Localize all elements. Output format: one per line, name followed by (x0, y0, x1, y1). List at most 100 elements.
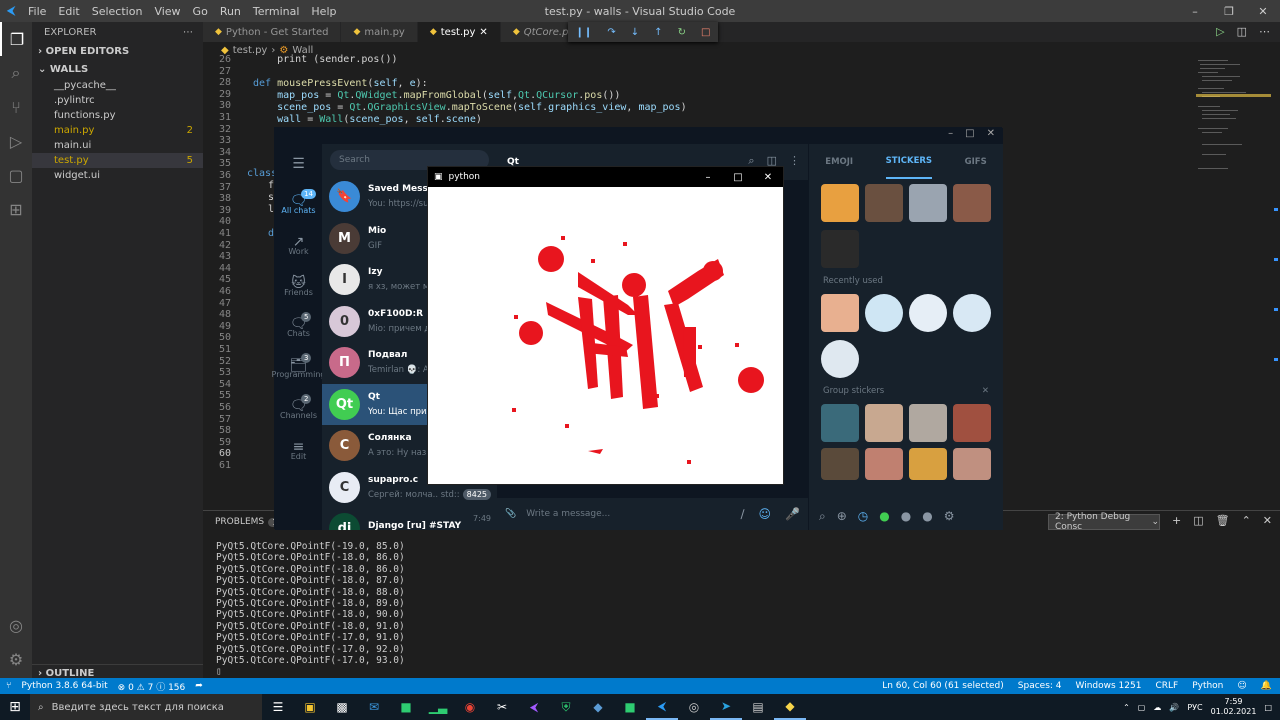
sticker[interactable] (821, 294, 859, 332)
terminal-select[interactable]: 2: Python Debug Consc ⌄ (1048, 512, 1160, 532)
sticker[interactable] (909, 448, 947, 480)
sticker[interactable] (953, 404, 991, 442)
more-icon[interactable]: ⋮ (789, 154, 800, 168)
stats-app-icon[interactable]: ▁▃ (422, 694, 454, 720)
folder-chats[interactable]: 🗨 5 Chats (275, 308, 322, 349)
stop-icon[interactable]: □ (701, 27, 710, 38)
telegram-icon[interactable]: ➤ (710, 694, 742, 720)
vscode-icon[interactable]: ⮜ (646, 694, 678, 720)
sticker[interactable] (865, 448, 903, 480)
debug-share-icon[interactable]: ➦ (195, 681, 203, 691)
search-icon[interactable]: ⌕ (0, 56, 32, 90)
vpn-icon[interactable]: ◆ (582, 694, 614, 720)
menu-selection[interactable]: Selection (86, 5, 149, 18)
menu-edit[interactable]: Edit (52, 5, 85, 18)
sticker[interactable] (865, 404, 903, 442)
store-icon[interactable]: ▩ (326, 694, 358, 720)
file-item[interactable]: __pycache__ (32, 78, 203, 93)
file-item[interactable]: main.py 2 (32, 123, 203, 138)
sticker[interactable] (865, 184, 903, 222)
gear-icon[interactable]: ⚙ (0, 642, 32, 676)
source-control-icon[interactable]: ⑂ (0, 90, 32, 124)
minimize-icon[interactable]: – (1178, 0, 1212, 22)
python-interpreter[interactable]: Python 3.8.6 64-bit (21, 681, 107, 691)
sticker[interactable] (821, 184, 859, 222)
volume-icon[interactable]: 🔊 (1169, 703, 1179, 712)
app-icon[interactable]: ◎ (678, 694, 710, 720)
menu-view[interactable]: View (148, 5, 186, 18)
task-view-icon[interactable]: ☰ (262, 694, 294, 720)
tab-test-py[interactable]: ◆ test.py ✕ (417, 22, 501, 42)
tab-main-py[interactable]: ◆ main.py (341, 22, 418, 42)
folder-edit[interactable]: ≡ Edit (275, 431, 322, 472)
emoji-icon[interactable]: ☺ (759, 507, 772, 521)
explorer-icon[interactable]: ❐ (0, 22, 32, 56)
sticker-set-icon[interactable]: ● (922, 509, 932, 523)
add-terminal-icon[interactable]: + (1172, 514, 1181, 527)
close-panel-icon[interactable]: ✕ (1263, 514, 1272, 527)
close-icon[interactable]: ✕ (987, 128, 995, 144)
sticker[interactable] (865, 294, 903, 332)
folder-work[interactable]: ↗ Work (275, 226, 322, 267)
language-mode[interactable]: Python (1192, 681, 1223, 691)
network-icon[interactable]: ▢ (1138, 703, 1146, 712)
close-icon[interactable]: ✕ (1246, 0, 1280, 22)
more-actions-icon[interactable]: ⋯ (1259, 25, 1270, 38)
commands-icon[interactable]: ∕ (740, 507, 744, 521)
run-icon[interactable]: ▷ (1216, 25, 1224, 38)
step-into-icon[interactable]: ↓ (631, 27, 639, 38)
app-icon[interactable]: ■ (390, 694, 422, 720)
chat-app-icon[interactable]: ■ (614, 694, 646, 720)
cursor-position[interactable]: Ln 60, Col 60 (61 selected) (882, 681, 1004, 691)
tab-gifs[interactable]: GIFS (965, 157, 987, 167)
feedback-icon[interactable]: ☺ (1237, 681, 1246, 691)
visual-studio-icon[interactable]: ⮜ (518, 694, 550, 720)
notifications-icon[interactable]: □ (1264, 703, 1272, 712)
clock-icon[interactable]: ◷ (858, 509, 868, 523)
tab-stickers[interactable]: STICKERS (885, 145, 933, 179)
qt-sticker-set-icon[interactable]: ● (879, 509, 889, 523)
menu-file[interactable]: File (22, 5, 52, 18)
microphone-icon[interactable]: 🎤 (785, 507, 800, 521)
sticker[interactable] (821, 404, 859, 442)
step-over-icon[interactable]: ↷ (607, 27, 615, 38)
tab-emoji[interactable]: EMOJI (825, 157, 853, 167)
python-icon[interactable]: ◆ (774, 694, 806, 720)
clock[interactable]: 7:59 01.02.2021 (1211, 697, 1257, 717)
message-input[interactable]: Write a message... (526, 509, 610, 519)
menu-button[interactable]: ☰ (275, 144, 322, 185)
account-icon[interactable]: ◎ (0, 608, 32, 642)
terminal-output[interactable]: PyQt5.QtCore.QPointF(-19.0, 85.0) PyQt5.Q… (216, 541, 405, 678)
chrome-icon[interactable]: ◉ (454, 694, 486, 720)
maximize-icon[interactable]: □ (723, 167, 753, 187)
file-item[interactable]: functions.py (32, 108, 203, 123)
close-icon[interactable]: ✕ (982, 386, 989, 396)
bell-icon[interactable]: 🔔 (1261, 681, 1272, 691)
folder-friends[interactable]: 🐱 Friends (275, 267, 322, 308)
restart-icon[interactable]: ↻ (678, 27, 686, 38)
add-icon[interactable]: ⊕ (837, 509, 847, 523)
folder-channels[interactable]: 🗨 2 Channels (275, 390, 322, 431)
attach-icon[interactable]: 📎 (505, 509, 516, 519)
problems-summary[interactable]: ⊗ 0 ⚠ 7 ⓘ 156 (118, 680, 186, 693)
cloud-icon[interactable]: ☁ (1153, 703, 1161, 712)
menu-run[interactable]: Run (214, 5, 247, 18)
tab-problems[interactable]: PROBLEMS (215, 517, 264, 527)
maximize-icon[interactable]: □ (965, 128, 974, 144)
remote-explorer-icon[interactable]: ▢ (0, 158, 32, 192)
app-icon[interactable]: ▤ (742, 694, 774, 720)
sticker[interactable] (953, 448, 991, 480)
sticker[interactable] (909, 404, 947, 442)
chat-item[interactable]: dj Django [ru] #STAY 7:49 (322, 508, 497, 530)
minimize-icon[interactable]: – (693, 167, 723, 187)
sticker[interactable] (821, 230, 859, 268)
sticker[interactable] (821, 448, 859, 480)
sticker[interactable] (953, 184, 991, 222)
sticker[interactable] (953, 294, 991, 332)
menu-terminal[interactable]: Terminal (247, 5, 306, 18)
file-item[interactable]: main.ui (32, 138, 203, 153)
snipping-icon[interactable]: ✂ (486, 694, 518, 720)
folder-all-chats[interactable]: 🗨 14 All chats (275, 185, 322, 226)
file-item[interactable]: test.py 5 (32, 153, 203, 168)
run-debug-icon[interactable]: ▷ (0, 124, 32, 158)
